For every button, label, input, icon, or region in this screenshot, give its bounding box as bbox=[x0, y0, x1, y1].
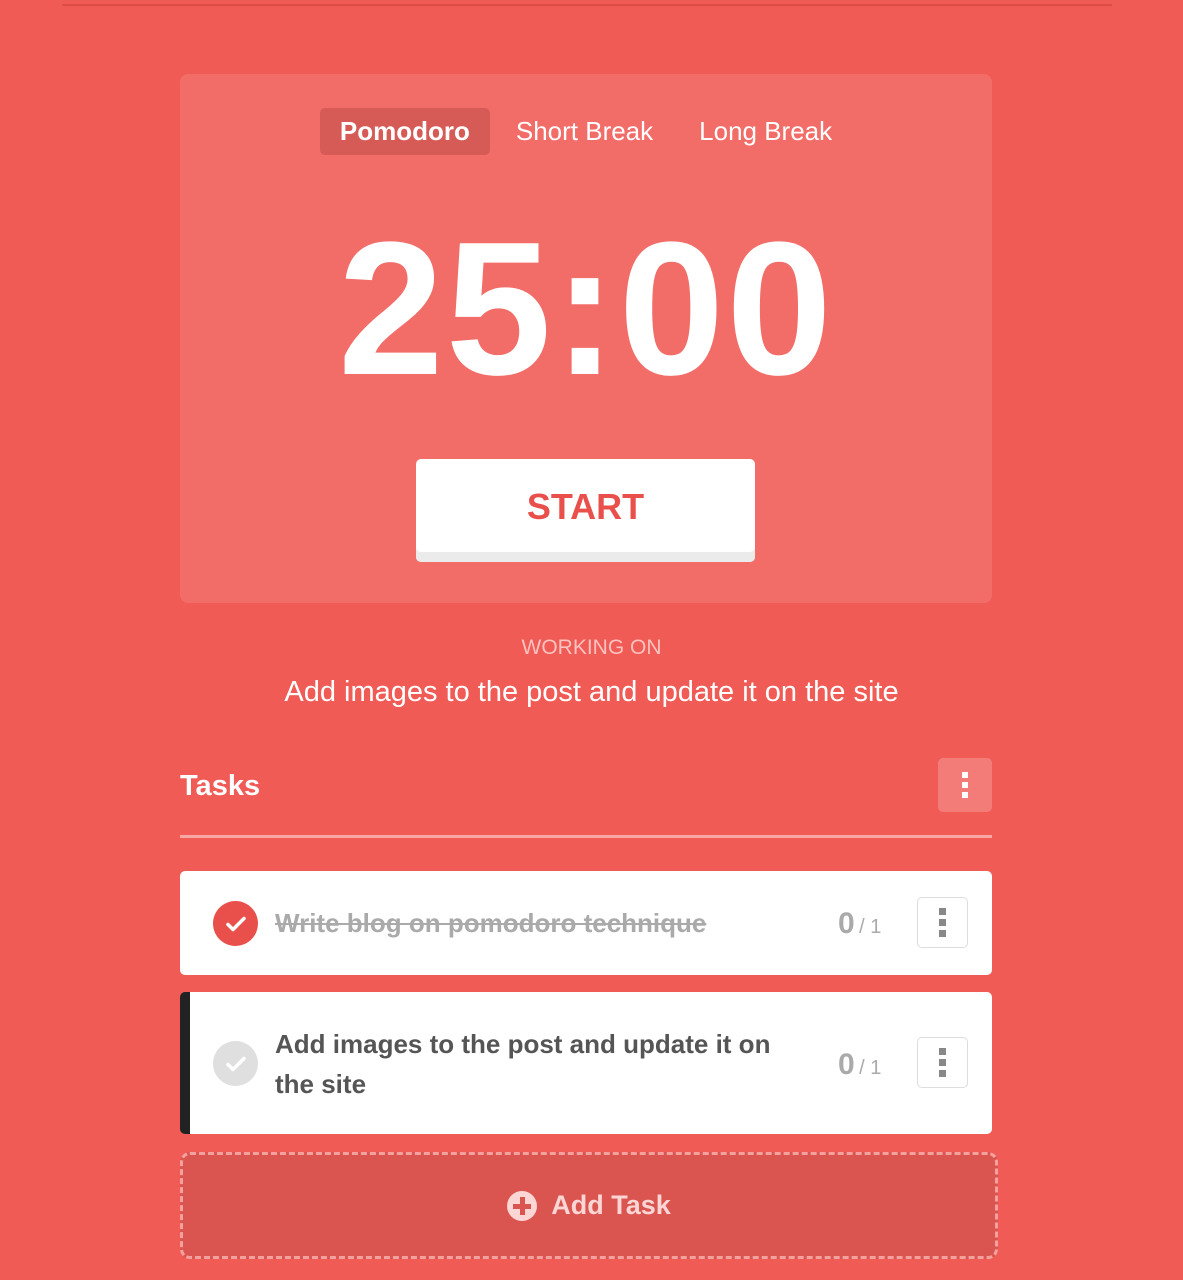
working-on-label: WORKING ON bbox=[521, 636, 662, 659]
tasks-menu-button[interactable] bbox=[938, 758, 992, 812]
pomodoro-count: 0 / 1 bbox=[838, 1048, 881, 1082]
checkmark-icon bbox=[225, 1056, 246, 1071]
pomodoro-total: / 1 bbox=[859, 916, 882, 938]
add-task-label: Add Task bbox=[551, 1190, 671, 1220]
task-item[interactable]: Write blog on pomodoro technique 0 / 1 bbox=[180, 871, 992, 975]
task-title: Write blog on pomodoro technique bbox=[275, 908, 707, 938]
current-task-title: Add images to the post and update it on … bbox=[284, 676, 899, 708]
task-menu-button[interactable] bbox=[917, 897, 968, 948]
task-complete-checkbox[interactable] bbox=[213, 901, 258, 946]
task-title: Add images to the post and update it on … bbox=[275, 1029, 771, 1099]
mode-tabs: Pomodoro Short Break Long Break bbox=[180, 108, 992, 155]
more-vertical-icon bbox=[962, 772, 968, 798]
plus-circle-icon bbox=[507, 1190, 538, 1221]
timer-card: Pomodoro Short Break Long Break 25:00 ST… bbox=[180, 74, 992, 603]
tasks-header: Tasks bbox=[180, 758, 992, 838]
header-divider bbox=[62, 4, 1112, 6]
task-complete-checkbox[interactable] bbox=[213, 1041, 258, 1086]
pomodoro-total: / 1 bbox=[859, 1057, 882, 1079]
pomodoro-done: 0 bbox=[838, 907, 855, 940]
tasks-title: Tasks bbox=[180, 770, 261, 802]
checkmark-icon bbox=[225, 916, 246, 931]
tab-pomodoro[interactable]: Pomodoro bbox=[319, 108, 490, 155]
task-item[interactable]: Add images to the post and update it on … bbox=[180, 992, 992, 1134]
add-task-button[interactable]: Add Task bbox=[180, 1152, 998, 1259]
more-vertical-icon bbox=[939, 908, 946, 937]
timer-display: 25:00 bbox=[338, 203, 834, 415]
tab-long-break[interactable]: Long Break bbox=[679, 108, 852, 155]
tab-short-break[interactable]: Short Break bbox=[496, 108, 673, 155]
pomodoro-done: 0 bbox=[838, 1048, 855, 1081]
more-vertical-icon bbox=[939, 1048, 946, 1077]
start-button[interactable]: START bbox=[416, 459, 755, 562]
pomodoro-count: 0 / 1 bbox=[838, 907, 881, 941]
task-menu-button[interactable] bbox=[917, 1037, 968, 1088]
